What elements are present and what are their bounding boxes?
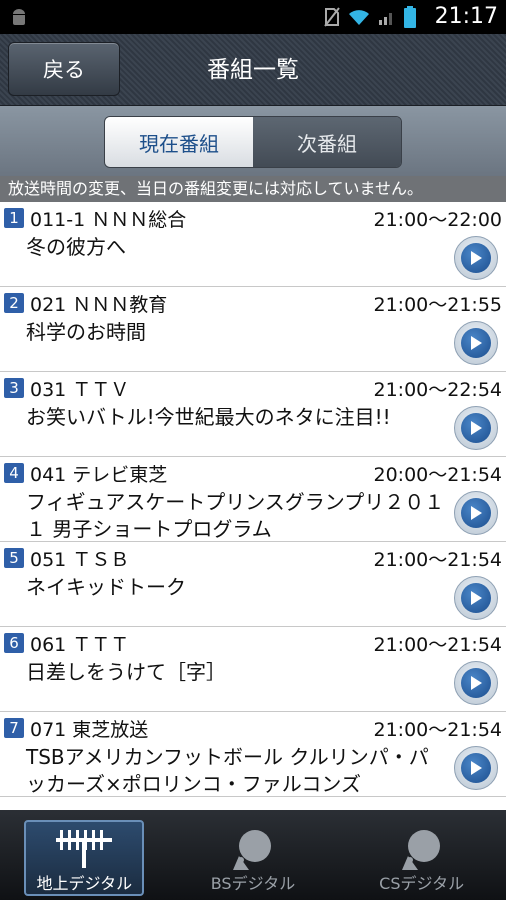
nav-label: BSデジタル (210, 874, 296, 893)
signal-icon (379, 13, 392, 25)
status-icons (324, 6, 416, 28)
program-time: 21:00～21:54 (373, 634, 502, 656)
program-row-6[interactable]: 6 061 ＴＴＴ 21:00～21:54 日差しをうけて［字］ (0, 627, 506, 712)
program-row-3[interactable]: 3 031 ＴＴＶ 21:00～22:54 お笑いバトル!今世紀最大のネタに注目… (0, 372, 506, 457)
program-time: 21:00～21:54 (373, 549, 502, 571)
status-bar: 21:17 (0, 0, 506, 34)
channel-index: 1 (4, 208, 24, 228)
nav-label: 地上デジタル (36, 874, 133, 893)
tab-current-programs[interactable]: 現在番組 (105, 117, 253, 167)
channel-name: 051 ＴＳＢ (30, 549, 130, 571)
nav-terrestrial-digital[interactable]: 地上デジタル (0, 810, 169, 900)
bottom-nav: 地上デジタル BSデジタル CSデジタル (0, 810, 506, 900)
channel-index: 3 (4, 378, 24, 398)
channel-index: 6 (4, 633, 24, 653)
app-header: 戻る 番組一覧 (0, 34, 506, 106)
nav-label: CSデジタル (379, 874, 465, 893)
program-row-7[interactable]: 7 071 東芝放送 21:00～21:54 TSBアメリカンフットボール クル… (0, 712, 506, 797)
segmented-tabs: 現在番組 次番組 (104, 116, 402, 168)
play-icon (471, 421, 482, 435)
play-icon (471, 336, 482, 350)
program-title: 冬の彼方へ (26, 235, 126, 259)
program-list: 1 011-1 ＮＮＮ総合 21:00～22:00 冬の彼方へ 2 021 ＮＮ… (0, 202, 506, 810)
nav-bs-digital[interactable]: BSデジタル (169, 810, 338, 900)
play-button[interactable] (454, 491, 498, 535)
program-title: TSBアメリカンフットボール クルリンパ・パッカーズ×ポロリンコ・ファルコンズ (26, 745, 429, 796)
satellite-dish-icon (233, 830, 271, 870)
play-button[interactable] (454, 661, 498, 705)
channel-name: 031 ＴＴＶ (30, 379, 130, 401)
program-time: 21:00～21:54 (373, 719, 502, 741)
satellite-dish-icon (401, 830, 440, 870)
channel-name: 071 東芝放送 (30, 719, 149, 741)
play-button[interactable] (454, 576, 498, 620)
status-time: 21:17 (434, 4, 498, 29)
program-title: お笑いバトル!今世紀最大のネタに注目!! (26, 405, 391, 429)
play-icon (471, 506, 482, 520)
no-sim-icon (324, 7, 340, 27)
program-title: 科学のお時間 (26, 320, 146, 344)
channel-index: 2 (4, 293, 24, 313)
antenna-icon (56, 830, 113, 868)
program-time: 21:00～21:55 (373, 294, 502, 316)
channel-name: 061 ＴＴＴ (30, 634, 130, 656)
play-icon (471, 676, 482, 690)
channel-index: 4 (4, 463, 24, 483)
battery-icon (404, 6, 416, 28)
wifi-icon (349, 10, 369, 25)
program-row-4[interactable]: 4 041 テレビ東芝 20:00～21:54 フィギュアスケートプリンスグラン… (0, 457, 506, 542)
play-icon (471, 761, 482, 775)
play-button[interactable] (454, 321, 498, 365)
play-icon (471, 251, 482, 265)
program-title: フィギュアスケートプリンスグランプリ２０１１ 男子ショートプログラム (26, 490, 445, 541)
program-row-5[interactable]: 5 051 ＴＳＢ 21:00～21:54 ネイキッドトーク (0, 542, 506, 627)
channel-name: 041 テレビ東芝 (30, 464, 168, 486)
nav-cs-digital[interactable]: CSデジタル (337, 810, 506, 900)
notice-banner: 放送時間の変更、当日の番組変更には対応していません。 (0, 176, 506, 202)
program-row-1[interactable]: 1 011-1 ＮＮＮ総合 21:00～22:00 冬の彼方へ (0, 202, 506, 287)
play-button[interactable] (454, 406, 498, 450)
play-icon (471, 591, 482, 605)
play-button[interactable] (454, 236, 498, 280)
program-title: 日差しをうけて［字］ (26, 660, 226, 684)
tab-bar: 現在番組 次番組 (0, 106, 506, 176)
back-button[interactable]: 戻る (8, 42, 120, 96)
android-icon (13, 9, 25, 25)
channel-index: 7 (4, 718, 24, 738)
channel-index: 5 (4, 548, 24, 568)
program-time: 20:00～21:54 (373, 464, 502, 486)
program-row-2[interactable]: 2 021 ＮＮＮ教育 21:00～21:55 科学のお時間 (0, 287, 506, 372)
program-time: 21:00～22:00 (373, 209, 502, 231)
channel-name: 011-1 ＮＮＮ総合 (30, 209, 187, 231)
tab-next-programs[interactable]: 次番組 (253, 117, 401, 167)
play-button[interactable] (454, 746, 498, 790)
program-title: ネイキッドトーク (26, 575, 186, 599)
program-time: 21:00～22:54 (373, 379, 502, 401)
channel-name: 021 ＮＮＮ教育 (30, 294, 168, 316)
